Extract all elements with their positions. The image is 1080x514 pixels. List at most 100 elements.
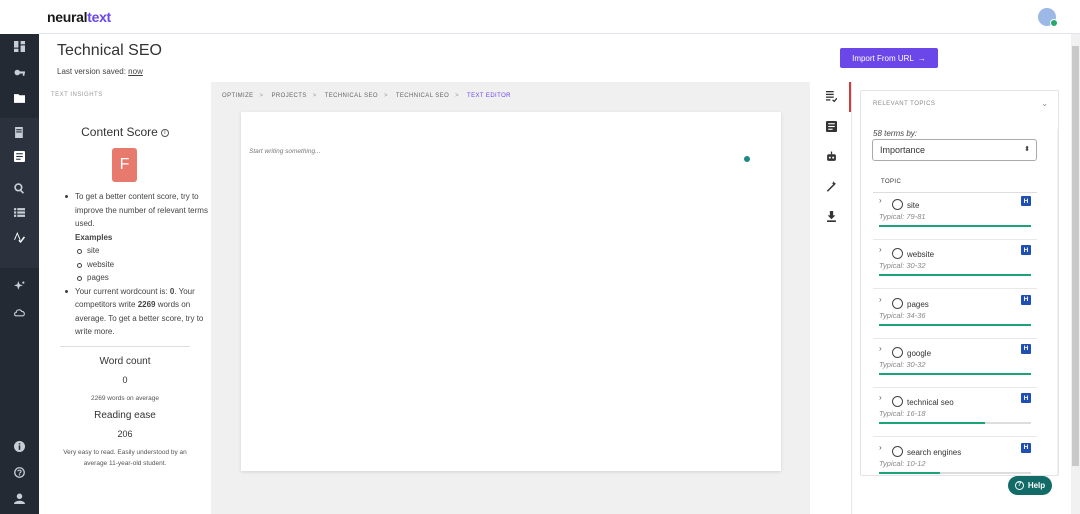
topic-row[interactable]: › website H Typical: 30-32 <box>873 243 1037 290</box>
import-from-url-button[interactable]: Import From URL → <box>840 48 938 68</box>
expand-chevron-icon[interactable]: › <box>879 443 882 452</box>
topic-name: website <box>907 250 935 260</box>
key-icon[interactable] <box>0 62 39 82</box>
topic-radio[interactable] <box>892 199 903 210</box>
topic-row[interactable]: › google H Typical: 30-32 <box>873 342 1037 388</box>
cloud-icon[interactable] <box>0 302 39 322</box>
info-icon[interactable]: i <box>160 129 169 137</box>
search-icon[interactable] <box>0 178 39 198</box>
info-icon[interactable] <box>0 436 39 456</box>
divider <box>60 346 190 347</box>
topic-progress-bar <box>879 372 1031 375</box>
topic-progress-bar <box>879 225 1031 227</box>
word-count-note: 2269 words on average <box>91 395 159 402</box>
breadcrumb-optimize[interactable]: OPTIMIZE <box>222 93 254 99</box>
logo[interactable]: neuraltext <box>47 9 111 25</box>
topic-row[interactable]: › pages H Typical: 34-36 <box>873 293 1037 339</box>
content-score-grade: F <box>112 148 137 182</box>
topic-radio[interactable] <box>892 248 903 260</box>
word-count-value: 0 <box>122 375 128 385</box>
topic-row[interactable]: › site H Typical: 79-81 <box>873 194 1037 240</box>
page-scroll-thumb[interactable] <box>1072 46 1079 466</box>
saved-time-link[interactable]: now <box>128 67 143 76</box>
heading-badge: H <box>1021 442 1031 453</box>
topic-radio[interactable] <box>892 445 903 457</box>
expand-chevron-icon[interactable]: › <box>879 245 882 254</box>
document-outline-icon[interactable] <box>824 119 838 133</box>
collapse-chevron-icon[interactable]: ⌄ <box>1041 99 1048 108</box>
top-bar: neuraltext <box>39 0 1080 34</box>
online-status-dot <box>1050 19 1058 27</box>
topics-list-icon[interactable] <box>824 89 838 103</box>
expand-chevron-icon[interactable]: › <box>879 344 882 353</box>
folder-icon[interactable] <box>0 88 39 108</box>
topic-progress-fill <box>879 225 1031 227</box>
expand-chevron-icon[interactable]: › <box>879 393 882 402</box>
examples-label: Examples <box>75 232 113 242</box>
topic-progress-bar <box>879 471 1031 474</box>
article-icon[interactable] <box>0 146 39 166</box>
insights-heading: TEXT INSIGHTS <box>51 92 103 98</box>
topic-row[interactable]: › search engines H Typical: 10-12 <box>873 441 1037 476</box>
edit-document-icon[interactable] <box>0 122 39 142</box>
page-scrollbar[interactable] <box>1071 34 1080 514</box>
topic-progress-fill <box>879 323 1031 326</box>
reading-ease-value: 206 <box>117 429 133 439</box>
breadcrumb: OPTIMIZE > PROJECTS > TECHNICAL SEO > TECHN… <box>222 93 511 99</box>
word-count-label: Word count <box>99 356 151 367</box>
topics-scrollbar[interactable]: ▲ ▼ <box>1057 129 1059 475</box>
topic-name: search engines <box>907 447 962 457</box>
spellcheck-icon[interactable] <box>0 227 39 247</box>
download-icon[interactable] <box>824 209 838 223</box>
topic-radio[interactable] <box>892 396 903 408</box>
breadcrumb-document[interactable]: TECHNICAL SEO <box>396 93 449 99</box>
breadcrumb-current: TEXT EDITOR <box>467 93 511 99</box>
text-insights-panel: TEXT INSIGHTS Content Score i F To get a … <box>39 82 211 514</box>
topic-column-header: TOPIC <box>881 179 902 185</box>
text-editor[interactable]: Start writing something... <box>241 112 781 471</box>
app-root: neuraltext Technical SEO Last version sa… <box>0 0 1080 514</box>
topic-typical: Typical: 79-81 <box>879 212 926 221</box>
example-item: website <box>63 258 213 272</box>
topic-radio[interactable] <box>892 297 903 309</box>
topic-radio[interactable] <box>892 346 903 358</box>
heading-badge: H <box>1021 245 1031 256</box>
topic-name: technical seo <box>907 398 954 408</box>
dashboard-icon[interactable] <box>0 36 39 56</box>
sort-select[interactable]: Importance ⬍ <box>872 139 1037 161</box>
topic-progress-fill <box>879 422 986 425</box>
scroll-thumb[interactable] <box>1058 137 1059 181</box>
reading-ease-label: Reading ease <box>94 410 156 421</box>
user-icon[interactable] <box>0 488 39 508</box>
tip-wordcount: Your current wordcount is: 0. Your compe… <box>63 285 213 339</box>
topic-name: site <box>907 201 920 210</box>
breadcrumb-projects[interactable]: PROJECTS <box>272 93 307 99</box>
topic-progress-fill <box>879 274 1031 277</box>
topic-row[interactable]: › technical seo H Typical: 16-18 <box>873 391 1037 438</box>
expand-chevron-icon[interactable]: › <box>879 295 882 304</box>
list-icon[interactable] <box>0 202 39 222</box>
editor-area: OPTIMIZE > PROJECTS > TECHNICAL SEO > TECHN… <box>211 82 810 514</box>
topic-progress-fill <box>879 471 940 474</box>
topics-panel: RELEVANT TOPICS ⌄ 58 terms by: Importanc… <box>851 82 1080 514</box>
relevant-topics-heading: RELEVANT TOPICS <box>873 101 936 107</box>
topic-progress-bar <box>879 274 1031 277</box>
magic-wand-icon[interactable] <box>824 179 838 193</box>
cursor-indicator <box>744 156 750 162</box>
help-button[interactable]: ? Help <box>1008 476 1052 495</box>
terms-by-label: 58 terms by: <box>873 129 918 138</box>
ai-sparkle-icon[interactable] <box>0 276 39 296</box>
topic-typical: Typical: 30-32 <box>879 359 926 369</box>
breadcrumb-project[interactable]: TECHNICAL SEO <box>325 93 378 99</box>
tip-relevant-terms: To get a better content score, try to im… <box>63 190 213 231</box>
page-title: Technical SEO <box>57 42 162 59</box>
robot-icon[interactable] <box>824 149 838 163</box>
help-icon: ? <box>1014 481 1024 490</box>
help-circle-icon[interactable] <box>0 462 39 482</box>
relevant-topics-card: RELEVANT TOPICS ⌄ 58 terms by: Importanc… <box>860 90 1059 476</box>
expand-chevron-icon[interactable]: › <box>879 196 882 205</box>
avatar[interactable] <box>1038 8 1058 27</box>
heading-badge: H <box>1021 196 1031 206</box>
example-item: site <box>63 244 213 258</box>
reading-ease-note: Very easy to read. Easily understood by … <box>63 449 187 467</box>
